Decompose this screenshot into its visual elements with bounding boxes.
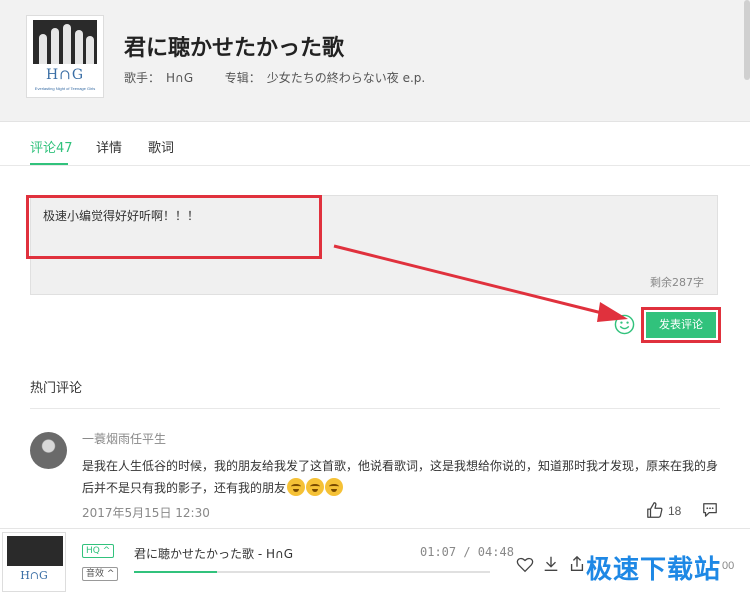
download-icon[interactable] xyxy=(542,555,560,573)
player-track-title: 君に聴かせたかった歌 - H∩G xyxy=(134,547,294,561)
avatar[interactable] xyxy=(30,432,67,469)
tab-bar: 评论47 详情 歌词 xyxy=(0,122,750,166)
player-end-time: 00 xyxy=(722,560,735,572)
crying-emoji-icon xyxy=(287,478,306,496)
comment-text: 是我在人生低谷的时候，我的朋友给我发了这首歌，他说看歌词，这是我想给你说的，知道… xyxy=(82,459,719,495)
album-label: 专辑： xyxy=(224,71,261,85)
album-link[interactable]: 少女たちの終わらない夜 e.p. xyxy=(267,71,425,85)
song-meta: 歌手： H∩G 专辑： 少女たちの終わらない夜 e.p. xyxy=(124,69,431,86)
hot-comments-title: 热门评论 xyxy=(30,381,83,396)
share-icon[interactable] xyxy=(568,555,586,573)
divider xyxy=(30,408,720,409)
cover-subtitle: Everlasting Night of Teenage Girls xyxy=(34,86,96,91)
tab-details[interactable]: 详情 xyxy=(96,137,122,156)
highlight-box-comment xyxy=(26,195,322,259)
like-count: 18 xyxy=(668,504,682,518)
active-tab-indicator xyxy=(30,163,68,165)
progress-fill xyxy=(134,571,217,573)
crying-emoji-icon xyxy=(306,478,325,496)
player-cover-photo xyxy=(7,536,63,566)
singer-link[interactable]: H∩G xyxy=(166,71,193,85)
tab-lyrics[interactable]: 歌词 xyxy=(148,137,174,156)
sound-effect-badge[interactable]: 音效 ^ xyxy=(82,567,119,581)
highlight-box-submit xyxy=(641,307,721,343)
quality-badge[interactable]: HQ ^ xyxy=(82,544,115,558)
reply-icon[interactable] xyxy=(702,502,718,518)
watermark-logo: 极速下载站 xyxy=(586,555,722,585)
player-cover[interactable]: H∩G xyxy=(2,532,66,592)
scrollbar[interactable] xyxy=(744,0,750,80)
player-time: 01:07 / 04:48 xyxy=(420,545,514,559)
remaining-chars: 剩余287字 xyxy=(650,276,704,289)
emoji-icon[interactable] xyxy=(614,314,635,335)
song-header: H∩G Everlasting Night of Teenage Girls 君… xyxy=(0,0,750,122)
singer-label: 歌手： xyxy=(124,71,161,85)
thumbs-up-icon[interactable] xyxy=(646,501,664,519)
comment-username[interactable]: 一蓑烟雨任平生 xyxy=(82,430,166,447)
heart-icon[interactable] xyxy=(516,556,534,574)
cover-band-logo: H∩G xyxy=(45,67,85,83)
song-title: 君に聴かせたかった歌 xyxy=(124,36,345,61)
comment-date: 2017年5月15日 12:30 xyxy=(82,506,210,520)
album-cover[interactable]: H∩G Everlasting Night of Teenage Girls xyxy=(26,15,104,98)
cover-photo xyxy=(33,20,97,64)
comment-body: 是我在人生低谷的时候，我的朋友给我发了这首歌，他说看歌词，这是我想给你说的，知道… xyxy=(82,455,722,499)
tab-comments[interactable]: 评论47 xyxy=(30,137,73,156)
progress-bar[interactable] xyxy=(134,571,490,573)
player-cover-logo: H∩G xyxy=(20,569,48,582)
crying-emoji-icon xyxy=(325,478,344,496)
